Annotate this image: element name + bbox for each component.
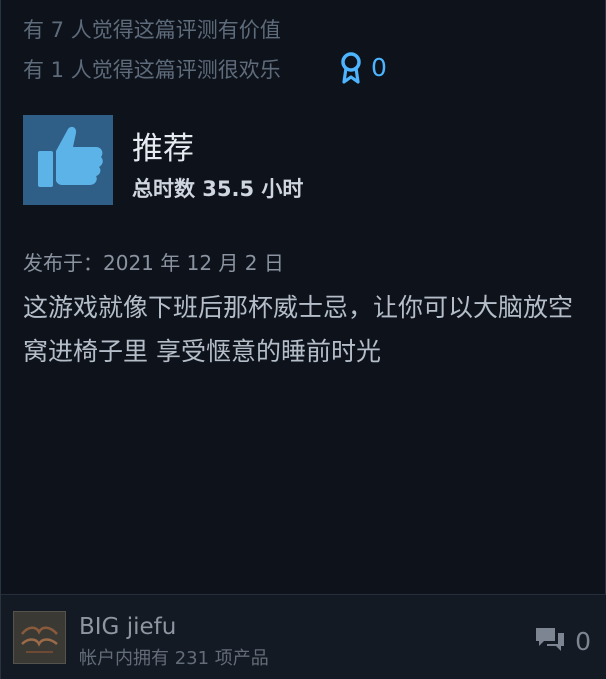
award-summary[interactable]: 0 xyxy=(339,52,387,84)
author-footer: BIG jiefu 帐户内拥有 231 项产品 0 xyxy=(1,594,606,679)
award-ribbon-icon xyxy=(339,52,363,84)
author-games-owned: 帐户内拥有 231 项产品 xyxy=(79,648,269,669)
playtime-hours: 总时数 35.5 小时 xyxy=(132,177,304,201)
comments-button[interactable]: 0 xyxy=(533,625,591,659)
posted-date: 发布于：2021 年 12 月 2 日 xyxy=(23,251,284,275)
funny-count: 有 1 人觉得这篇评测很欢乐 xyxy=(23,58,281,82)
comment-bubbles-icon xyxy=(533,625,567,659)
review-card: 有 7 人觉得这篇评测有价值 有 1 人觉得这篇评测很欢乐 0 推荐 总时数 3… xyxy=(0,0,606,679)
author-avatar[interactable] xyxy=(13,611,66,664)
recommended-badge xyxy=(23,115,113,205)
author-name[interactable]: BIG jiefu xyxy=(79,613,176,641)
award-count: 0 xyxy=(371,53,387,82)
thumbs-up-icon xyxy=(30,123,106,197)
helpful-count: 有 7 人觉得这篇评测有价值 xyxy=(23,18,281,42)
review-body: 这游戏就像下班后那杯威士忌，让你可以大脑放空 窝进椅子里 享受惬意的睡前时光 xyxy=(23,293,574,366)
recommendation-title: 推荐 xyxy=(132,131,194,167)
comment-count: 0 xyxy=(575,627,591,656)
